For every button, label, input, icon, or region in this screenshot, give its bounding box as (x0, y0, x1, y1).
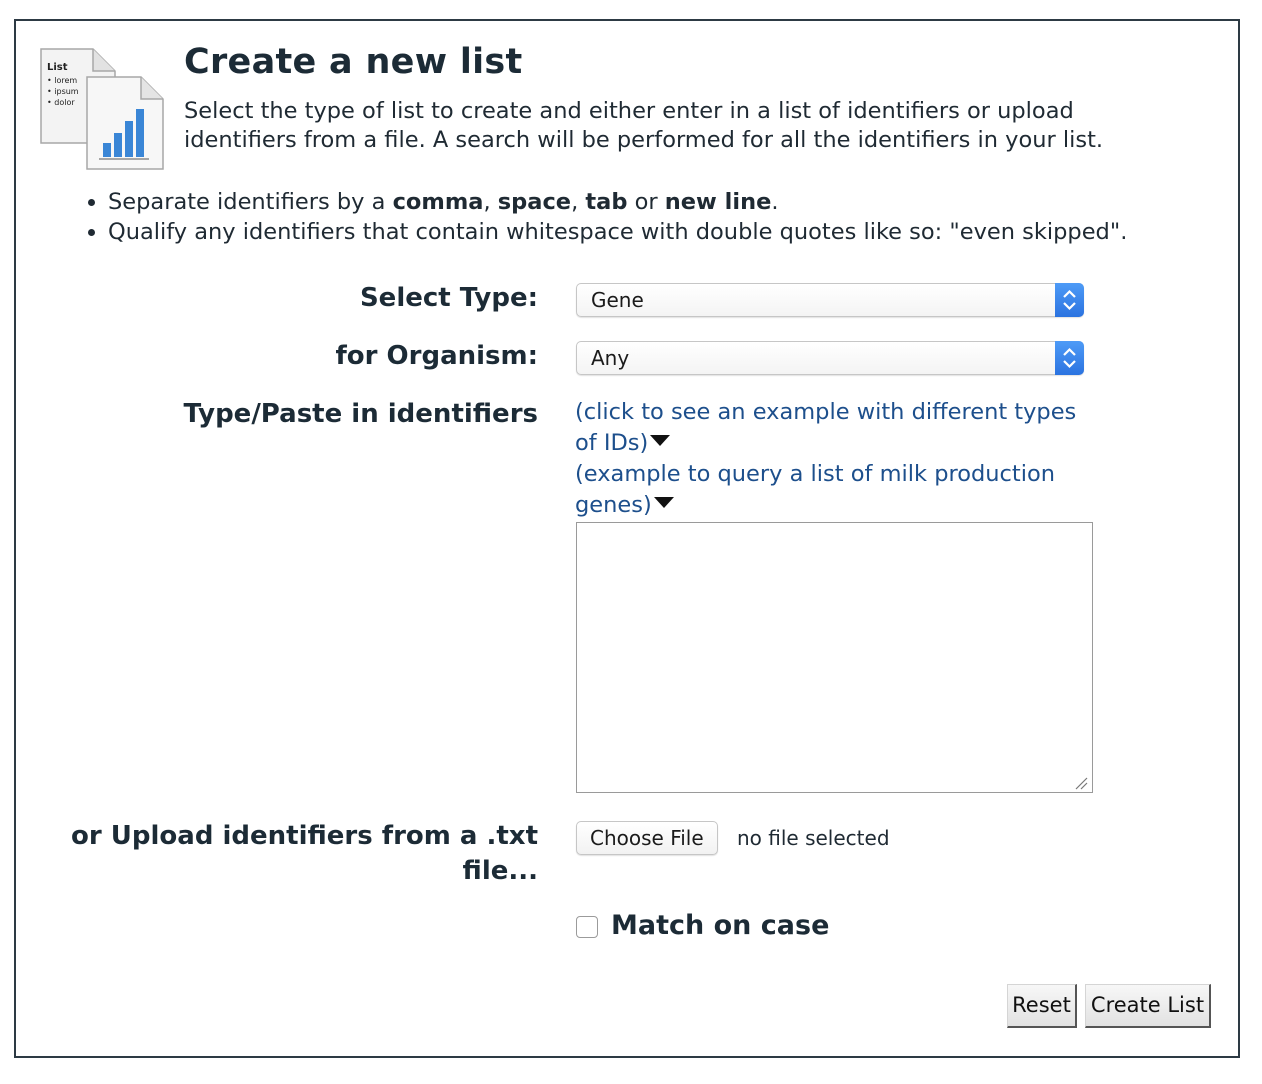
type-select[interactable]: Gene (576, 283, 1084, 317)
organism-label: for Organism: (335, 341, 538, 371)
upload-label: or Upload identifiers from a .txt file..… (71, 821, 538, 886)
match-case-label[interactable]: Match on case (611, 910, 829, 941)
organism-select-value: Any (591, 346, 630, 370)
select-stepper-icon (1055, 283, 1084, 317)
hints-list: Separate identifiers by a comma, space, … (76, 187, 1127, 247)
svg-text:• dolor: • dolor (47, 98, 75, 107)
match-case-checkbox[interactable] (576, 916, 598, 938)
hint-quotes: Qualify any identifiers that contain whi… (108, 217, 1127, 247)
organism-select[interactable]: Any (576, 341, 1084, 375)
create-list-button[interactable]: Create List (1085, 984, 1211, 1028)
svg-text:• lorem: • lorem (47, 76, 77, 85)
hint-separators: Separate identifiers by a comma, space, … (108, 187, 1127, 217)
intro-text: Select the type of list to create and ei… (184, 98, 1104, 153)
svg-text:List: List (47, 62, 68, 73)
select-type-label: Select Type: (359, 283, 538, 313)
identifiers-textarea[interactable] (576, 522, 1093, 793)
list-document-icon: List • lorem • ipsum • dolor (40, 48, 164, 170)
create-list-panel: List • lorem • ipsum • dolor Create a ne… (14, 19, 1240, 1058)
triangle-down-icon (650, 435, 671, 446)
choose-file-button[interactable]: Choose File (576, 821, 718, 855)
select-stepper-icon (1055, 341, 1084, 375)
file-status-text: no file selected (737, 826, 890, 850)
resize-grip-icon[interactable] (1074, 776, 1088, 790)
reset-button[interactable]: Reset (1007, 984, 1077, 1028)
example-different-ids-link[interactable]: (click to see an example with different … (575, 397, 1095, 459)
example-milk-genes-link[interactable]: (example to query a list of milk product… (575, 459, 1095, 521)
triangle-down-icon (653, 497, 674, 508)
type-select-value: Gene (591, 288, 644, 312)
svg-text:• ipsum: • ipsum (47, 87, 79, 96)
paste-identifiers-label: Type/Paste in identifiers (183, 399, 538, 429)
page-title: Create a new list (184, 42, 523, 82)
